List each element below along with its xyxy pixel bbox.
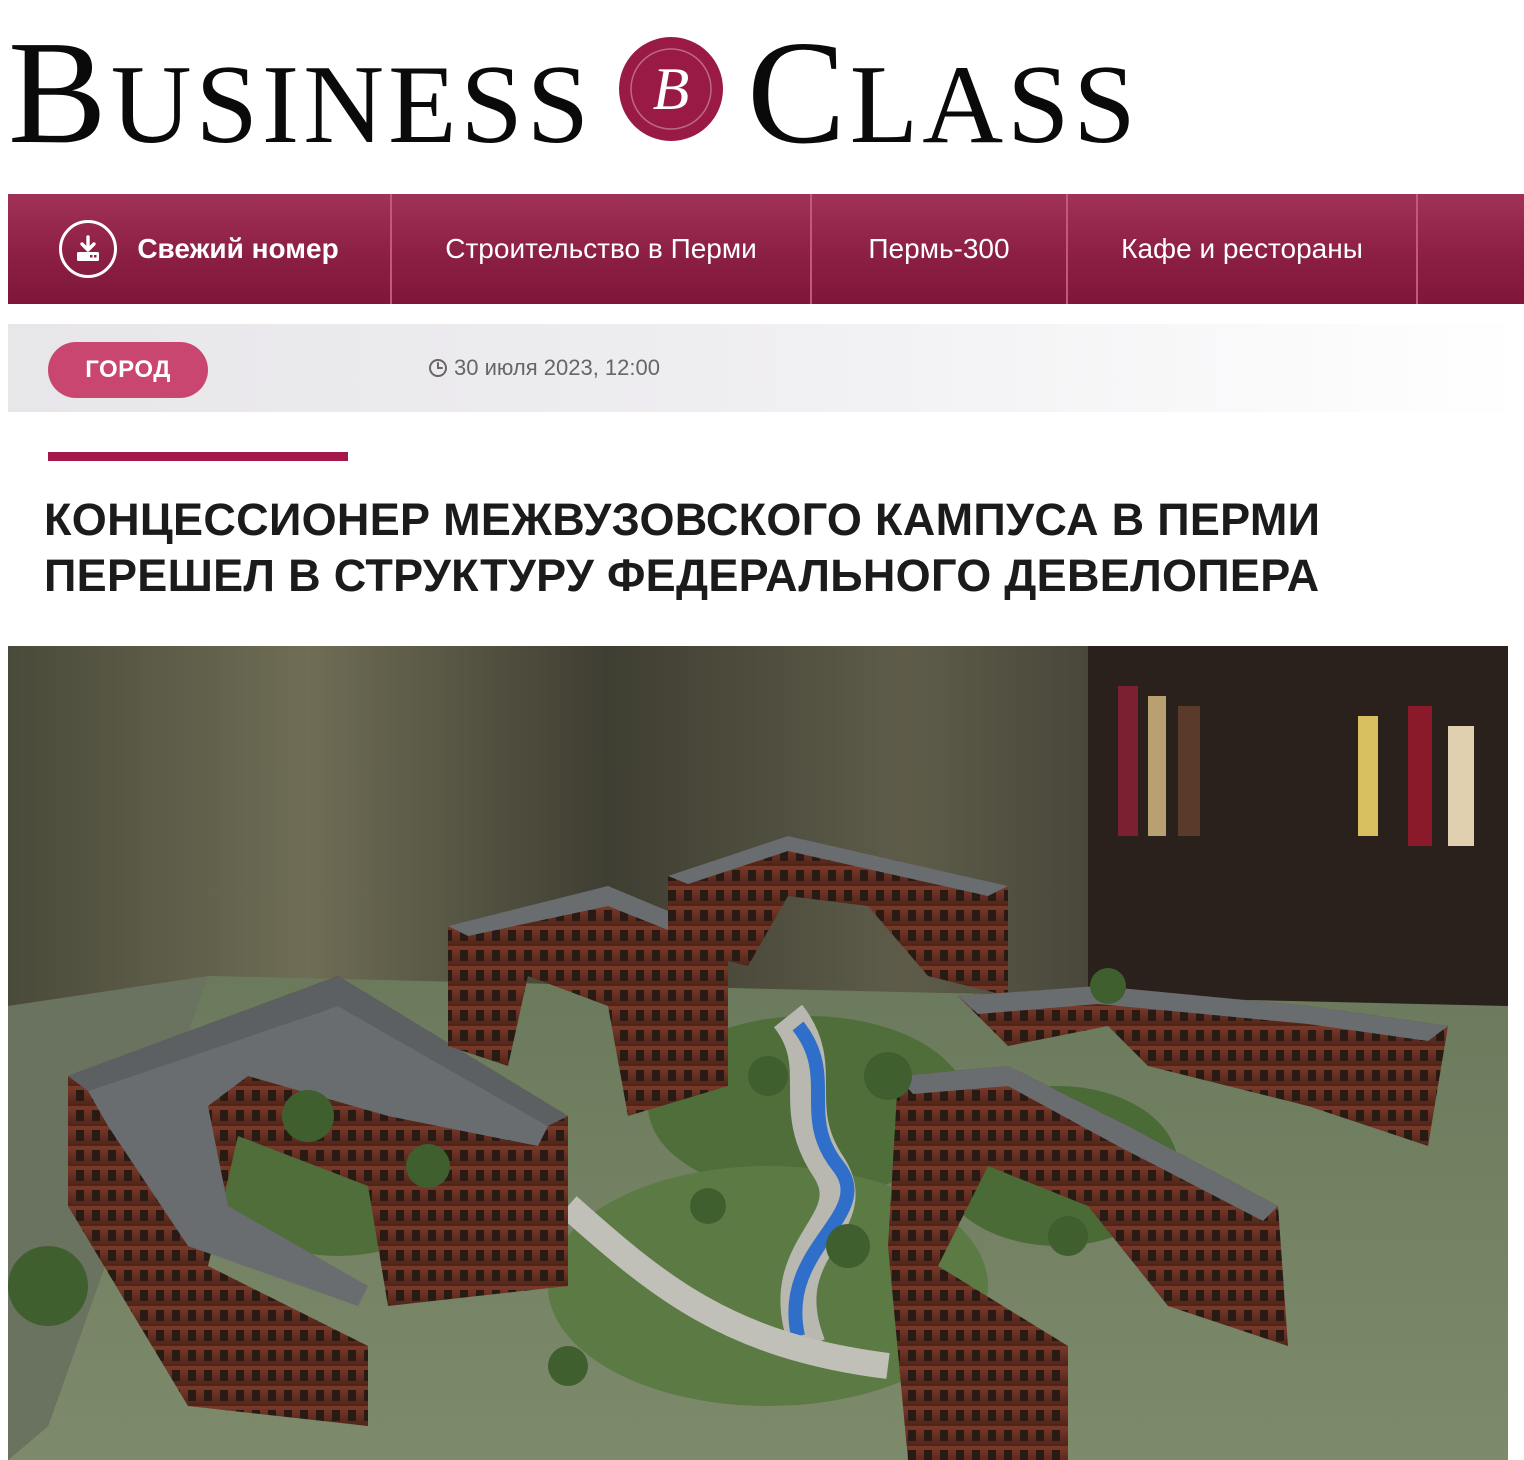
article-meta-bar: ГОРОД 30 июля 2023, 12:00 bbox=[8, 324, 1524, 412]
logo-initial-c: C bbox=[747, 11, 850, 175]
nav-label-latest-issue: Свежий номер bbox=[137, 233, 339, 264]
clock-icon bbox=[429, 359, 447, 377]
nav-label-construction: Строительство в Перми bbox=[445, 233, 757, 264]
publish-date: 30 июля 2023, 12:00 bbox=[428, 324, 660, 412]
nav-item-construction[interactable]: Строительство в Перми bbox=[392, 194, 812, 304]
nav-item-latest-issue[interactable]: Свежий номер bbox=[8, 194, 392, 304]
article-photo bbox=[8, 646, 1508, 1460]
logo-word-class: C LASS bbox=[747, 19, 1140, 167]
nav-item-more[interactable] bbox=[1418, 194, 1524, 304]
nav-item-perm-300[interactable]: Пермь-300 bbox=[812, 194, 1068, 304]
logo-word-business: B USINESS bbox=[8, 19, 593, 167]
publish-date-text: 30 июля 2023, 12:00 bbox=[454, 355, 660, 380]
nav-label-cafes: Кафе и рестораны bbox=[1121, 233, 1363, 264]
nav-label-perm-300: Пермь-300 bbox=[868, 233, 1010, 264]
logo-rest-class: LASS bbox=[849, 43, 1140, 167]
category-tag[interactable]: ГОРОД bbox=[48, 342, 208, 398]
headline-accent-line bbox=[48, 452, 348, 461]
nav-item-cafes[interactable]: Кафе и рестораны bbox=[1068, 194, 1418, 304]
site-logo[interactable]: B USINESS B C LASS bbox=[8, 18, 1140, 168]
logo-initial-b: B bbox=[8, 11, 111, 175]
article-title: КОНЦЕССИОНЕР МЕЖВУЗОВСКОГО КАМПУСА В ПЕР… bbox=[44, 494, 1321, 601]
logo-seal-icon: B bbox=[619, 37, 724, 141]
download-icon bbox=[59, 220, 118, 278]
main-nav: Свежий номер Строительство в Перми Пермь… bbox=[8, 194, 1524, 304]
logo-rest-business: USINESS bbox=[110, 43, 594, 167]
logo-seal-letter: B bbox=[653, 56, 690, 122]
